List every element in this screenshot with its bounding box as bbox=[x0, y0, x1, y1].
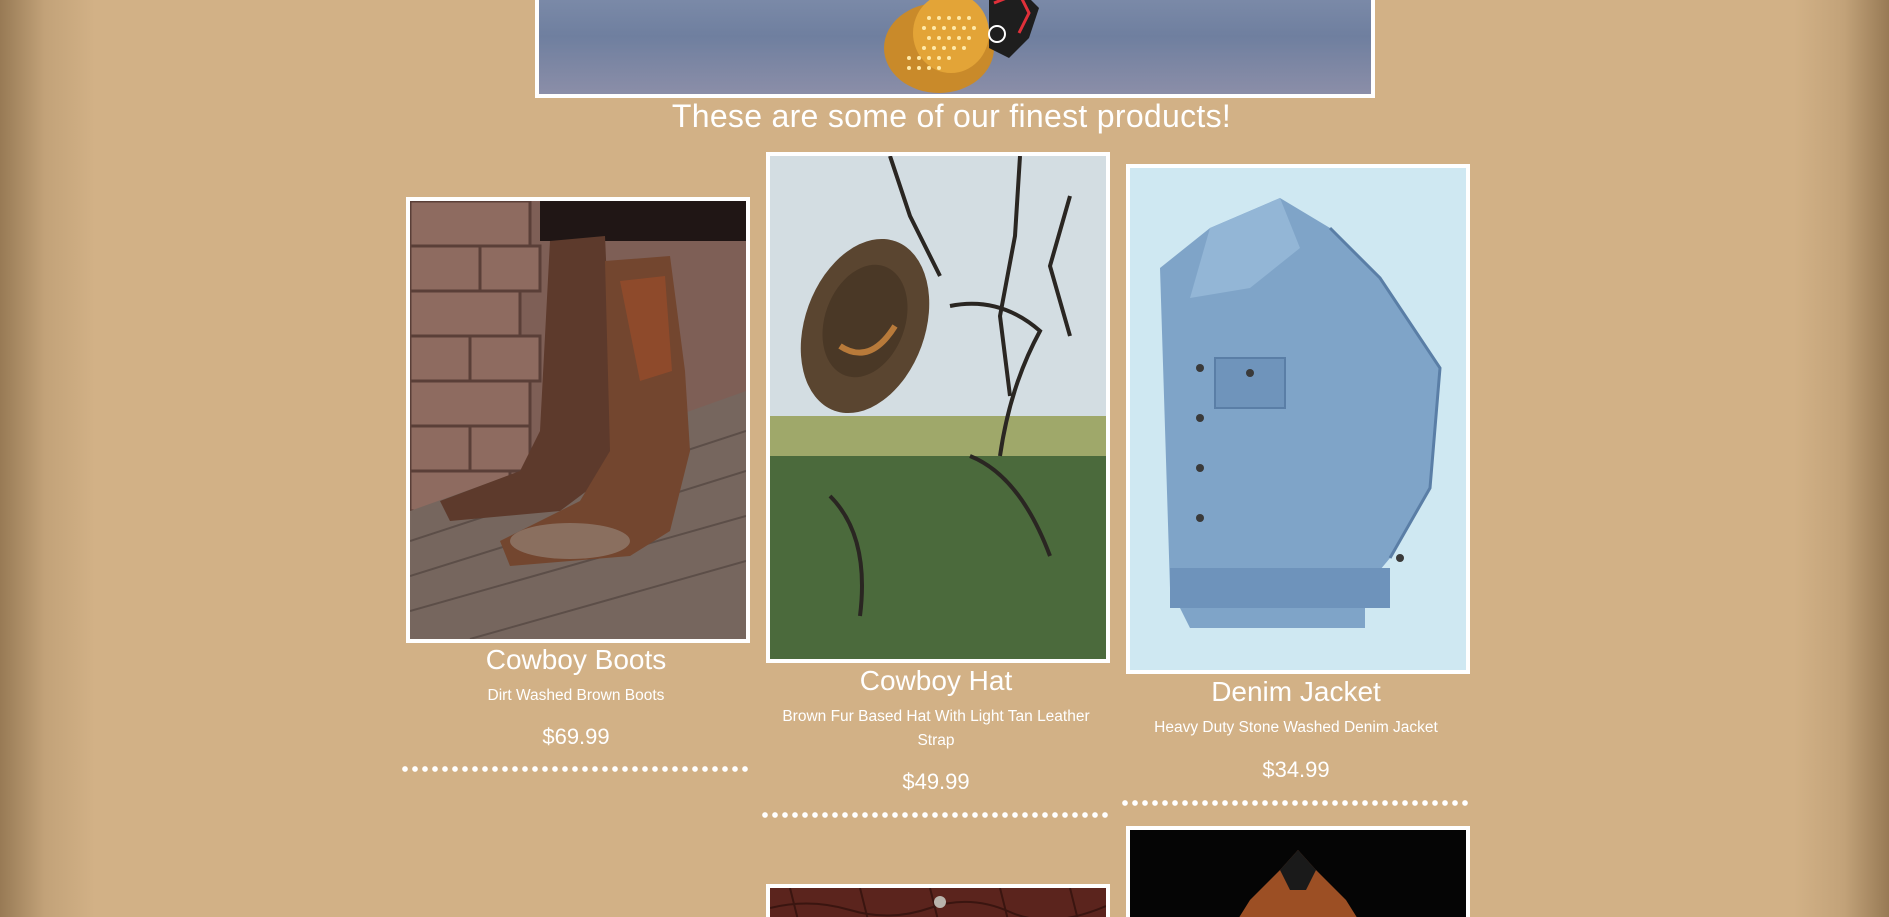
dotted-divider bbox=[400, 766, 752, 772]
hat-photo-icon bbox=[770, 156, 1106, 659]
product-description: Dirt Washed Brown Boots bbox=[487, 687, 665, 704]
jacket-photo-icon bbox=[1130, 168, 1466, 670]
product-card-cowboy-hat[interactable]: Cowboy Hat Brown Fur Based Hat With Ligh… bbox=[756, 152, 1116, 832]
product-card-next-1[interactable] bbox=[756, 884, 1116, 917]
product-description: Heavy Duty Stone Washed Denim Jacket bbox=[1154, 719, 1438, 736]
denim-jacket-image[interactable] bbox=[1126, 164, 1470, 674]
product-description: Brown Fur Based Hat With Light Tan Leath… bbox=[782, 708, 1090, 749]
neon-cowboy-sign-icon bbox=[884, 0, 1039, 93]
boots-photo-icon bbox=[410, 201, 746, 639]
product-name[interactable]: Denim Jacket bbox=[1116, 676, 1476, 708]
dotted-divider bbox=[760, 812, 1112, 818]
product-name[interactable]: Cowboy Hat bbox=[756, 665, 1116, 697]
page-tagline: These are some of our finest products! bbox=[671, 98, 1232, 134]
product-card-denim-jacket[interactable]: Denim Jacket Heavy Duty Stone Washed Den… bbox=[1116, 164, 1476, 814]
leather-product-image[interactable] bbox=[766, 884, 1110, 917]
dotted-divider bbox=[1120, 800, 1472, 806]
product-price: $49.99 bbox=[902, 769, 970, 794]
leather-photo-icon bbox=[770, 888, 1106, 917]
product-price: $69.99 bbox=[542, 724, 610, 749]
product-name[interactable]: Cowboy Boots bbox=[396, 644, 756, 676]
product-card-cowboy-boots[interactable]: Cowboy Boots Dirt Washed Brown Boots $69… bbox=[396, 197, 756, 777]
vest-photo-icon bbox=[1130, 830, 1466, 917]
cowboy-hat-image[interactable] bbox=[766, 152, 1110, 663]
product-price: $34.99 bbox=[1262, 757, 1330, 782]
cowboy-boots-image[interactable] bbox=[406, 197, 750, 643]
leather-vest-image[interactable] bbox=[1126, 826, 1470, 917]
hero-banner-image bbox=[535, 0, 1375, 98]
product-card-next-2[interactable] bbox=[1116, 826, 1476, 917]
